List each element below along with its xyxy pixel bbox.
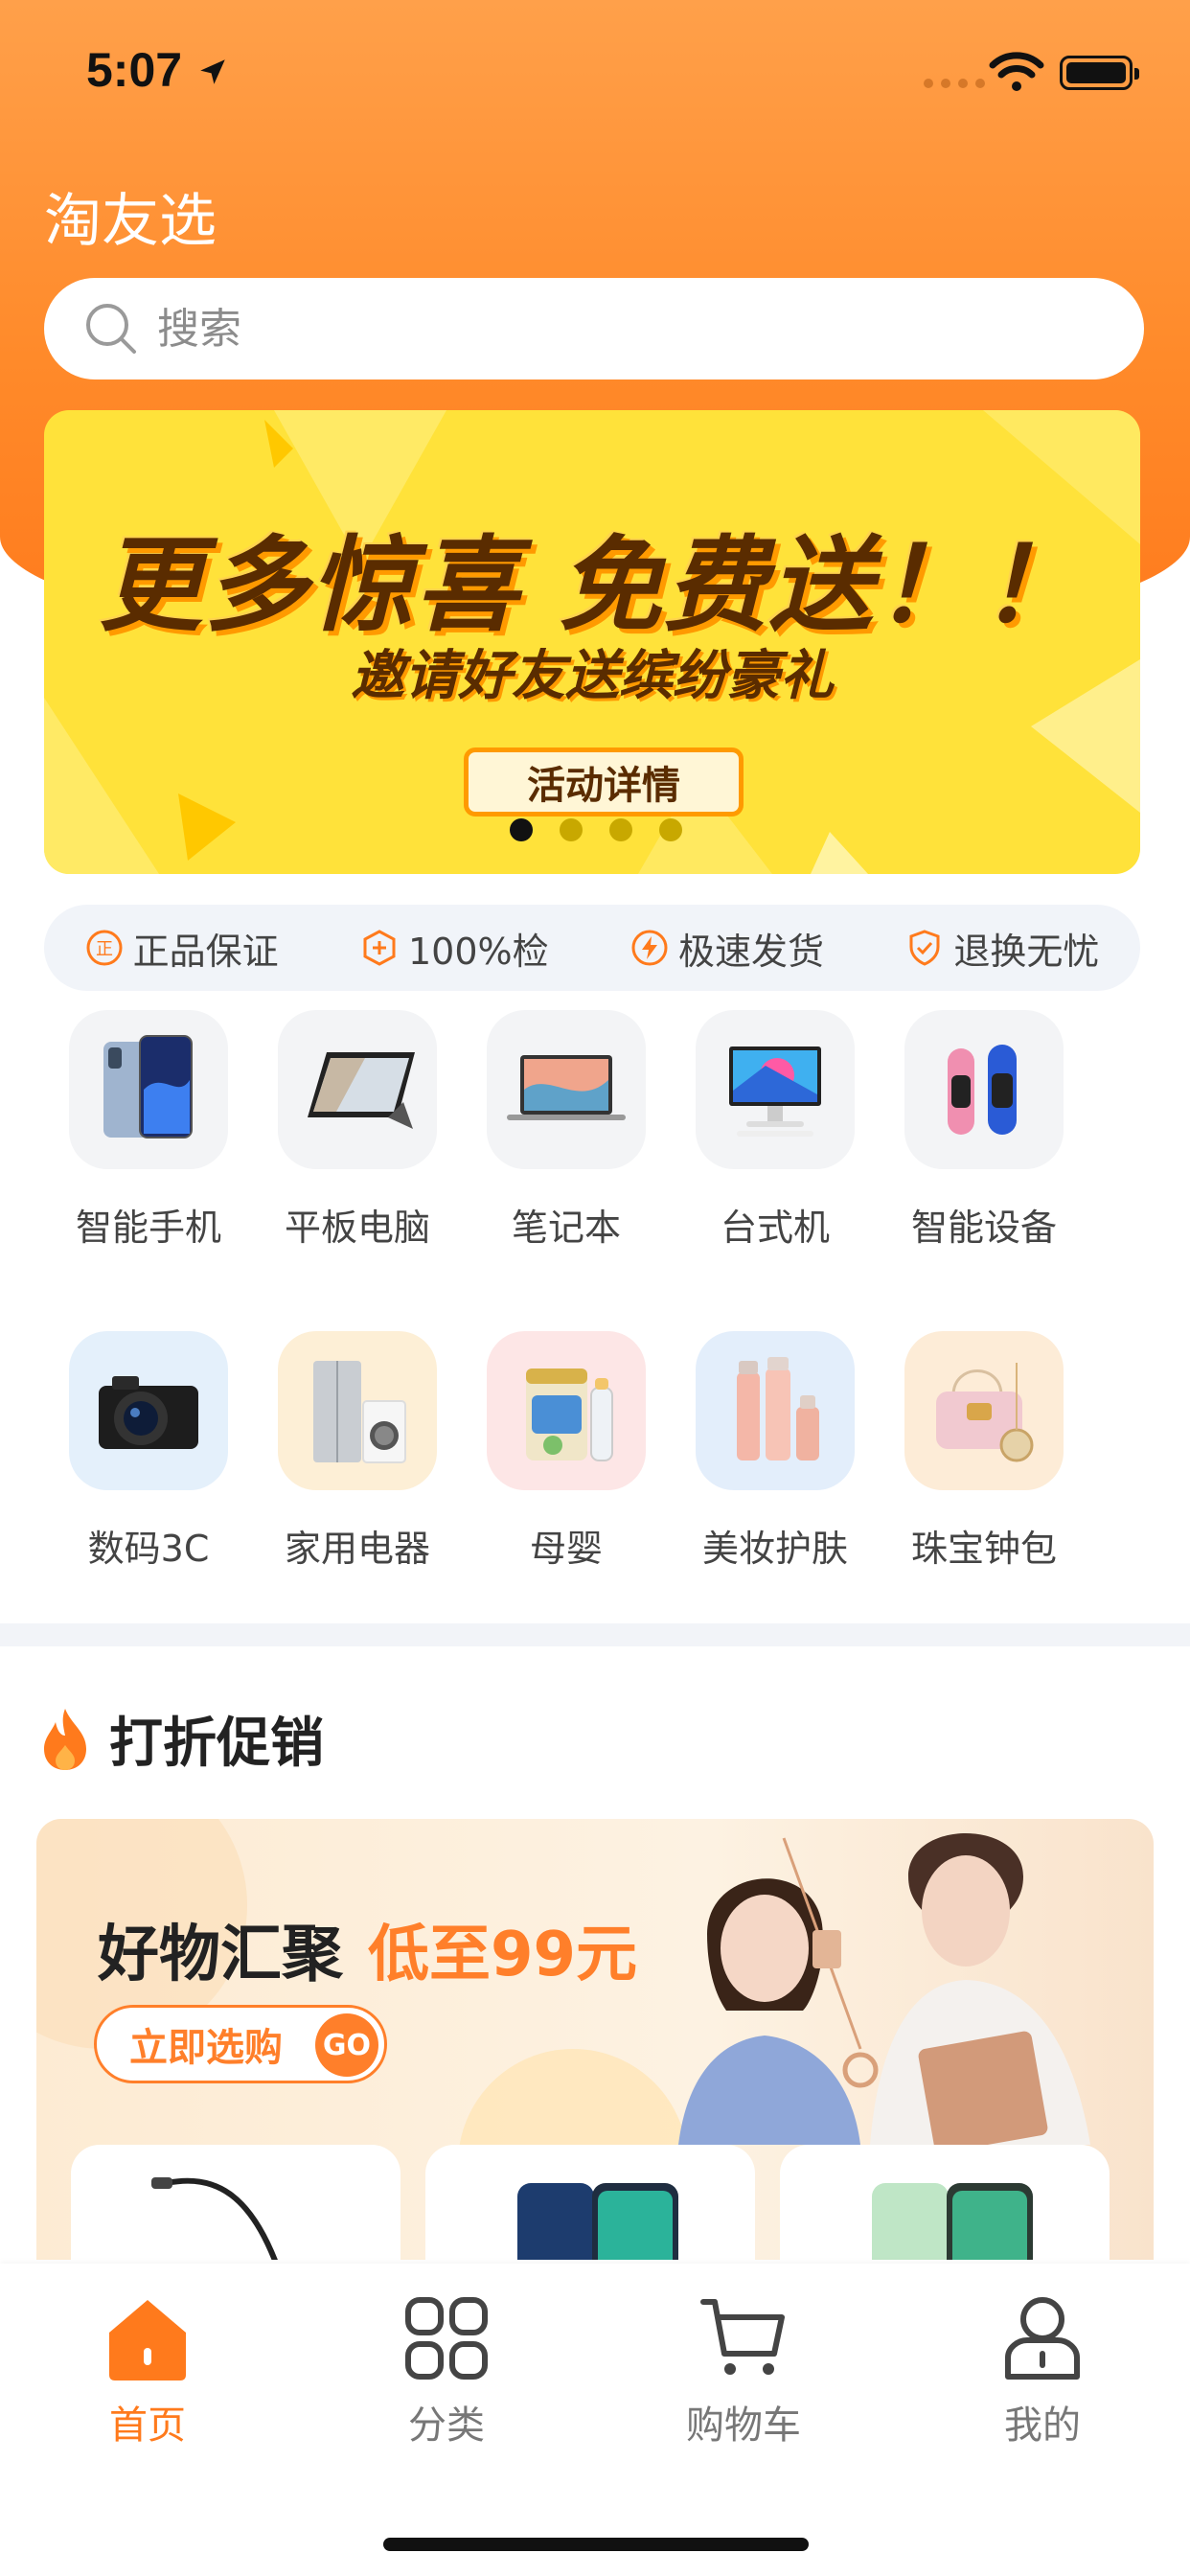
category-desktop[interactable]: 台式机 (671, 1010, 880, 1251)
product-card[interactable] (425, 2145, 755, 2260)
svg-text:正: 正 (96, 939, 113, 959)
handbag-icon (936, 1363, 1034, 1462)
pager-dot[interactable] (659, 818, 682, 841)
status-bar: 5:07 (0, 0, 1190, 144)
promo-headline: 好物汇聚 (98, 1920, 343, 1990)
phone-product-icon (872, 2183, 1033, 2260)
search-icon (86, 304, 136, 354)
cable-product-icon (151, 2177, 278, 2260)
banner-pager[interactable] (510, 818, 682, 841)
tab-profile[interactable]: 我的 (947, 2294, 1138, 2450)
product-card-row (71, 2145, 1110, 2260)
category-tablet[interactable]: 平板电脑 (253, 1010, 462, 1251)
promo-banner[interactable]: 更多惊喜 免费送！！ 邀请好友送缤纷豪礼 活动详情 (44, 410, 1140, 874)
pager-dot[interactable] (560, 818, 583, 841)
pager-dot[interactable] (510, 818, 533, 841)
shop-now-button[interactable]: 立即选购 GO (94, 2005, 387, 2083)
section-title: 打折促销 (109, 1713, 324, 1775)
discount-section-header: 打折促销 (38, 1700, 324, 1778)
category-beauty[interactable]: 美妆护肤 (671, 1331, 880, 1572)
tab-categories[interactable]: 分类 (351, 2294, 542, 2450)
search-input[interactable] (157, 304, 1019, 354)
category-appliances[interactable]: 家用电器 (253, 1331, 462, 1572)
smart-band-icon (948, 1045, 1017, 1135)
product-card[interactable] (780, 2145, 1110, 2260)
wifi-icon (989, 52, 1044, 91)
banner-headline: 更多惊喜 免费送！！ (99, 526, 1086, 646)
smartphone-icon (103, 1035, 193, 1138)
cellular-signal-icon (924, 79, 985, 88)
cosmetics-icon (737, 1357, 819, 1460)
profile-icon (1005, 2297, 1080, 2380)
app-title: 淘友选 (44, 188, 217, 255)
location-arrow-icon (200, 59, 225, 84)
baby-formula-icon (526, 1368, 613, 1461)
go-badge: GO (315, 2013, 378, 2077)
tab-cart[interactable]: 购物车 (648, 2294, 839, 2450)
guarantee-label: 退换无忧 (953, 930, 1100, 973)
promo-models-image (678, 1833, 1090, 2145)
flame-icon (44, 1708, 86, 1770)
category-smartphone[interactable]: 智能手机 (44, 1010, 253, 1251)
guarantee-label: 正品保证 (132, 930, 279, 973)
guarantee-strip: 正 正品保证 100%检 极速发货 退换无忧 (44, 905, 1140, 991)
guarantee-label: 极速发货 (677, 930, 824, 973)
category-mother-baby[interactable]: 母婴 (462, 1331, 671, 1572)
promo-card[interactable]: 好物汇聚 低至99元 立即选购 GO (36, 1819, 1154, 2260)
guarantee-authentic: 正 正品保证 (85, 922, 279, 975)
category-grid-icon (405, 2297, 488, 2380)
laptop-icon (507, 1055, 626, 1120)
pager-dot[interactable] (609, 818, 632, 841)
authentic-icon: 正 (86, 930, 123, 966)
home-icon (109, 2300, 186, 2380)
cart-icon (700, 2299, 785, 2375)
phone-product-icon (517, 2183, 678, 2260)
appliance-icon (313, 1361, 406, 1463)
category-jewelry-bags[interactable]: 珠宝钟包 (880, 1331, 1088, 1572)
banner-subline: 邀请好友送缤纷豪礼 (351, 645, 834, 707)
tablet-icon (308, 1052, 415, 1129)
category-smart-devices[interactable]: 智能设备 (880, 1010, 1088, 1251)
category-laptop[interactable]: 笔记本 (462, 1010, 671, 1251)
return-shield-icon (909, 930, 940, 966)
category-grid: 智能手机 平板电脑 笔记本 台式机 智能设备 数码3C 家用电器 母婴 美妆护肤… (44, 1010, 1146, 1652)
guarantee-label: 100%检 (408, 930, 549, 973)
inspect-icon (363, 930, 396, 966)
category-digital-3c[interactable]: 数码3C (44, 1331, 253, 1572)
camera-icon (99, 1376, 198, 1449)
product-card[interactable] (71, 2145, 400, 2260)
battery-icon (1060, 56, 1139, 90)
section-divider (0, 1623, 1190, 1646)
banner-details-button[interactable]: 活动详情 (464, 748, 744, 816)
search-bar[interactable] (44, 278, 1144, 380)
fast-shipping-icon (631, 930, 668, 966)
tab-bar: 首页 分类 购物车 我的 (0, 2264, 1190, 2576)
promo-price-text: 低至99元 (368, 1920, 638, 1990)
status-time: 5:07 (86, 43, 183, 97)
desktop-icon (729, 1046, 821, 1137)
home-indicator (383, 2538, 809, 2551)
tab-home[interactable]: 首页 (52, 2294, 243, 2450)
guarantee-fast-shipping: 极速发货 (630, 922, 824, 975)
guarantee-inspect: 100%检 (360, 922, 549, 975)
guarantee-return: 退换无忧 (905, 922, 1099, 975)
